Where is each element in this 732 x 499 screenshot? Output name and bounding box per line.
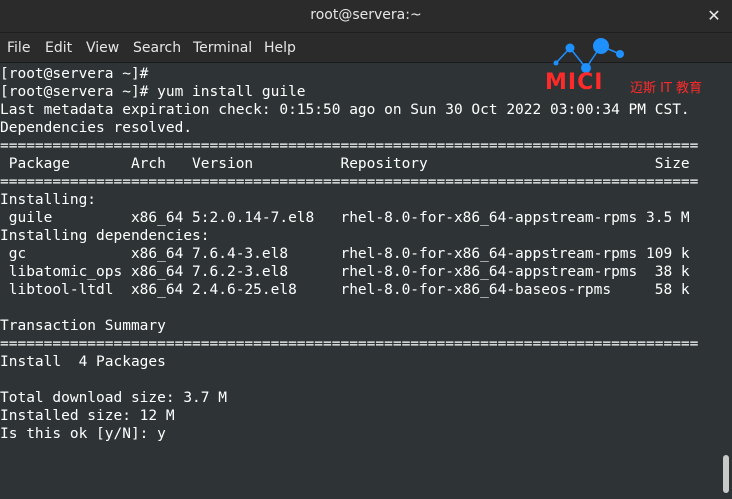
scrollbar-thumb[interactable]	[723, 455, 729, 493]
watermark-logo: MICI 迈斯 IT 教育	[544, 36, 720, 96]
terminal-line: Transaction Summary	[0, 318, 166, 334]
terminal-line: Installing dependencies:	[0, 228, 210, 244]
table-header: Package Arch Version Repository Size	[0, 156, 690, 172]
menu-search[interactable]: Search	[133, 40, 181, 56]
table-row: libatomic_ops x86_64 7.6.2-3.el8 rhel-8.…	[0, 264, 690, 280]
terminal-separator: ========================================…	[0, 336, 699, 352]
terminal-line: Installing:	[0, 192, 97, 208]
terminal-separator: ========================================…	[0, 138, 699, 154]
terminal-line: Dependencies resolved.	[0, 120, 193, 136]
terminal-output[interactable]: [root@servera ~]# [root@servera ~]# yum …	[0, 63, 720, 499]
table-row: libtool-ltdl x86_64 2.4.6-25.el8 rhel-8.…	[0, 282, 690, 298]
terminal-line: Install 4 Packages	[0, 354, 166, 370]
menu-file[interactable]: File	[7, 40, 30, 56]
terminal-line: Total download size: 3.7 M	[0, 390, 227, 406]
menu-terminal[interactable]: Terminal	[193, 40, 252, 56]
table-row: guile x86_64 5:2.0.14-7.el8 rhel-8.0-for…	[0, 210, 690, 226]
logo-subtitle: 迈斯 IT 教育	[630, 81, 703, 96]
menu-help[interactable]: Help	[264, 40, 296, 56]
terminal-line: [root@servera ~]#	[0, 66, 149, 82]
terminal-line: Last metadata expiration check: 0:15:50 …	[0, 102, 690, 118]
logo-brand-text: MICI	[545, 70, 604, 95]
terminal-scrollbar[interactable]	[720, 63, 732, 499]
terminal-line: [root@servera ~]# yum install guile	[0, 84, 306, 100]
terminal-line: Installed size: 12 M	[0, 408, 175, 424]
table-row: gc x86_64 7.6.4-3.el8 rhel-8.0-for-x86_6…	[0, 246, 690, 262]
terminal-separator: ========================================…	[0, 174, 699, 190]
window-title: root@servera:~	[310, 7, 422, 23]
menu-view[interactable]: View	[86, 40, 119, 56]
window-titlebar: root@servera:~ ✕	[0, 0, 732, 33]
menu-edit[interactable]: Edit	[45, 40, 72, 56]
terminal-prompt-line: Is this ok [y/N]: y	[0, 426, 166, 442]
close-icon[interactable]: ✕	[706, 6, 722, 25]
